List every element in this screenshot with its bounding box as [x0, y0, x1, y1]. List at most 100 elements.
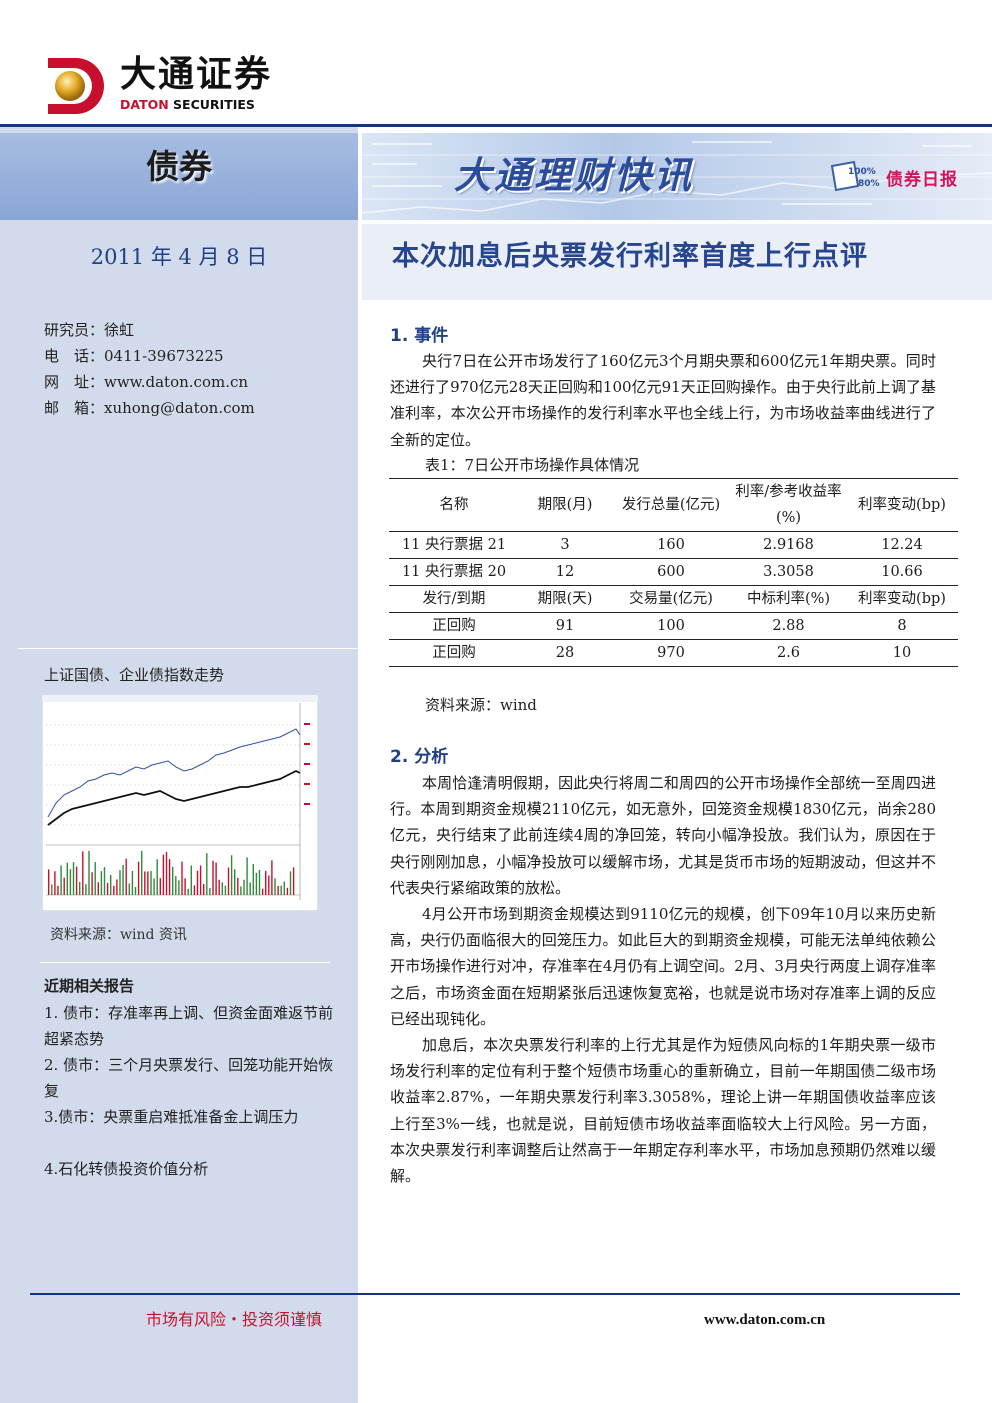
footer-website[interactable]: www.daton.com.cn — [704, 1308, 825, 1332]
risk-disclaimer: 市场有风险・投资须谨慎 — [146, 1310, 323, 1329]
volume-bar — [181, 861, 183, 895]
table-cell: 2.88 — [731, 612, 846, 640]
table-cell: 3.3058 — [731, 558, 846, 586]
index-chart — [41, 694, 319, 912]
banner: 大通理财快讯 100% 80% 债券日报 — [362, 133, 992, 220]
related-report-link[interactable]: 2. 债市：三个月央票发行、回笼功能开始恢复 — [44, 1052, 334, 1104]
chart-source: 资料来源：wind 资讯 — [50, 927, 187, 943]
volume-bar — [206, 853, 208, 895]
volume-bar — [215, 862, 217, 895]
table-header-cell: 期限(月) — [519, 478, 611, 532]
volume-bar — [60, 865, 62, 895]
table-cell: 10.66 — [846, 558, 958, 586]
logo-mark — [48, 58, 104, 114]
table-cell: 160 — [611, 531, 731, 559]
divider — [40, 962, 330, 963]
table-cell: 12 — [519, 558, 611, 586]
table-cell: 2.9168 — [731, 531, 846, 559]
volume-bar — [184, 878, 186, 895]
index-chart-image — [41, 694, 319, 912]
analysis-paragraph: 加息后，本次央票发行利率的上行尤其是作为短债风向标的1年期央票一级市场发行利率的… — [390, 1036, 936, 1186]
volume-bar — [230, 855, 233, 895]
volume-bar — [277, 885, 279, 895]
table-cell: 970 — [611, 639, 731, 667]
footer-rule — [30, 1293, 960, 1295]
volume-bar — [190, 865, 192, 895]
event-paragraph: 央行7日在公开市场发行了160亿元3个月期央票和600亿元1年期央票。同时还进行… — [390, 352, 936, 449]
table-cell: 2.6 — [731, 639, 846, 667]
volume-bar — [196, 870, 199, 895]
table-header-cell: 利率/参考收益率(%) — [731, 478, 846, 532]
volume-bar — [131, 870, 134, 895]
section-heading-analysis: 2. 分析 — [390, 747, 449, 767]
banner-title: 大通理财快讯 — [454, 153, 694, 197]
related-report-link[interactable]: 1. 债市：存准率再上调、但资金面难返节前超紧态势 — [44, 1000, 334, 1052]
table-row: 11 央行票据 21 3 160 2.9168 12.24 — [389, 531, 958, 559]
contact-website[interactable]: 网 址：www.daton.com.cn — [44, 369, 248, 395]
volume-bar — [150, 870, 152, 895]
volume-bar — [128, 883, 130, 895]
volume-bar — [286, 887, 289, 895]
brand-name: 大通证券 — [120, 54, 273, 95]
volume-bar — [165, 851, 168, 895]
table-cell: 11 央行票据 21 — [389, 531, 519, 559]
volume-bar — [48, 869, 50, 895]
table-header-cell: 中标利率(%) — [731, 585, 846, 613]
volume-bar — [218, 879, 220, 895]
table-cell: 10 — [846, 639, 958, 667]
volume-bar — [147, 871, 149, 895]
table-cell: 12.24 — [846, 531, 958, 559]
volume-bar — [258, 869, 261, 895]
contact-researcher: 研究员：徐虹 — [44, 321, 135, 339]
volume-bar — [292, 867, 295, 895]
volume-bar — [268, 875, 270, 895]
volume-bar — [159, 878, 161, 895]
volume-bar — [187, 888, 189, 895]
table-row: 正回购 91 100 2.88 8 — [389, 612, 958, 640]
related-report-link[interactable]: 3.债市：央票重启难抵准备金上调压力 — [44, 1104, 334, 1130]
table-cell: 600 — [611, 558, 731, 586]
table-source: 资料来源：wind — [425, 696, 537, 714]
volume-bar — [168, 859, 171, 895]
table-cell: 11 央行票据 20 — [389, 558, 519, 586]
table-cell: 8 — [846, 612, 958, 640]
report-date: 2011 年 4 月 8 日 — [90, 245, 268, 269]
volume-bar — [97, 882, 99, 895]
volume-bar — [255, 872, 258, 895]
table-row: 11 央行票据 20 12 600 3.3058 10.66 — [389, 558, 958, 586]
volume-bar — [156, 859, 158, 895]
table-cell: 91 — [519, 612, 611, 640]
volume-bar — [106, 882, 109, 895]
table-header-cell: 利率变动(bp) — [846, 585, 958, 613]
table-cell: 3 — [519, 531, 611, 559]
related-report-link[interactable]: 4.石化转债投资价值分析 — [44, 1156, 334, 1182]
analysis-paragraph: 本周恰逢清明假期，因此央行将周二和周四的公开市场操作全部统一至周四进行。本周到期… — [390, 774, 936, 897]
table-header-cell: 交易量(亿元) — [611, 585, 731, 613]
volume-bar — [212, 860, 214, 895]
volume-bar — [116, 879, 118, 895]
volume-bar — [88, 850, 90, 895]
volume-bar — [234, 869, 236, 895]
report-title: 本次加息后央票发行利率首度上行点评 — [392, 241, 868, 272]
volume-bar — [125, 858, 127, 895]
table-cell: 100 — [611, 612, 731, 640]
volume-bar — [209, 888, 211, 895]
contact-email[interactable]: 邮 箱：xuhong@daton.com — [44, 395, 255, 421]
table-row: 正回购 28 970 2.6 10 — [389, 639, 958, 667]
volume-bar — [162, 854, 165, 895]
volume-bar — [237, 877, 239, 895]
volume-bar — [144, 871, 146, 895]
section-heading-event: 1. 事件 — [390, 326, 449, 346]
volume-bar — [72, 862, 75, 895]
operations-table: 名称 期限(月) 发行总量(亿元) 利率/参考收益率(%) 利率变动(bp) 1… — [389, 478, 958, 667]
volume-bar — [175, 876, 177, 895]
volume-bar — [172, 866, 174, 895]
table-header-row: 名称 期限(月) 发行总量(亿元) 利率/参考收益率(%) 利率变动(bp) — [389, 478, 958, 532]
volume-bar — [274, 878, 276, 895]
volume-bar — [227, 867, 230, 895]
volume-bar — [193, 885, 196, 895]
table-caption: 表1：7日公开市场操作具体情况 — [425, 456, 640, 474]
volume-bar — [69, 869, 72, 895]
table-header-cell: 利率变动(bp) — [846, 478, 958, 532]
volume-bar — [199, 865, 202, 895]
